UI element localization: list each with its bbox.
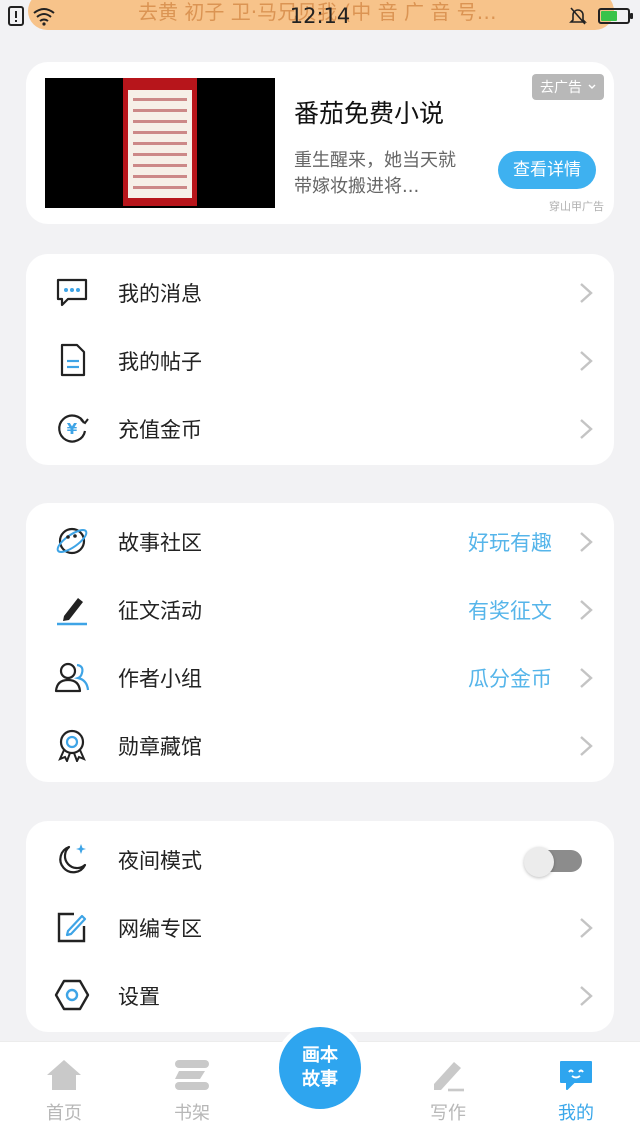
pen-icon: [57, 598, 87, 626]
ad-poster-image: [123, 78, 197, 206]
chevron-right-icon: [580, 283, 593, 303]
menu-item-label: 故事社区: [118, 531, 202, 555]
ad-source-label: 穿山甲广告: [549, 200, 604, 213]
menu-item-posts[interactable]: 我的帖子: [26, 326, 614, 394]
menu-item-label: 征文活动: [118, 599, 202, 623]
menu-item-label: 夜间模式: [118, 849, 202, 873]
menu-item-label: 我的帖子: [118, 350, 202, 374]
menu-item-essay-contest[interactable]: 征文活动 有奖征文: [26, 575, 614, 643]
svg-text:¥: ¥: [67, 420, 78, 438]
menu-item-label: 我的消息: [118, 282, 202, 306]
menu-item-label: 网编专区: [118, 917, 202, 941]
ad-title: 番茄免费小说: [294, 99, 445, 128]
medal-icon: [58, 729, 86, 762]
chevron-right-icon: [580, 351, 593, 371]
group-icon: [54, 662, 90, 693]
menu-group-community: 故事社区 好玩有趣 征文活动 有奖征文 作者小组 瓜分金币 勋章藏馆: [26, 503, 614, 782]
home-icon: [47, 1060, 81, 1090]
tab-label: 写作: [430, 1103, 466, 1124]
profile-chat-icon: [560, 1061, 592, 1090]
status-time: 12:14: [289, 4, 351, 28]
chevron-right-icon: [580, 600, 593, 620]
tab-label: 我的: [558, 1103, 594, 1124]
moon-icon: [59, 844, 87, 874]
menu-item-tag: 有奖征文: [468, 599, 552, 623]
menu-item-editor-zone[interactable]: 网编专区: [26, 893, 614, 961]
center-button-line1: 画本: [302, 1045, 338, 1066]
ad-card[interactable]: 番茄免费小说 重生醒来，她当天就带嫁妆搬进将... 去广告 查看详情 穿山甲广告: [26, 62, 614, 224]
menu-item-label: 设置: [118, 985, 160, 1009]
picture-story-center-button[interactable]: 画本 故事: [274, 1022, 366, 1114]
tab-write[interactable]: 写作: [398, 1042, 498, 1138]
menu-item-label: 勋章藏馆: [118, 735, 202, 759]
chevron-right-icon: [580, 419, 593, 439]
write-icon: [434, 1062, 464, 1092]
menu-item-medal-hall[interactable]: 勋章藏馆: [26, 711, 614, 779]
remove-ad-label: 去广告: [540, 80, 582, 96]
status-right-icons: [568, 6, 633, 26]
menu-item-recharge-coins[interactable]: ¥ 充值金币: [26, 394, 614, 462]
chevron-right-icon: [580, 986, 593, 1006]
battery-icon: [598, 8, 633, 24]
hexagon-settings-icon: [54, 979, 90, 1011]
bookshelf-icon: [175, 1060, 209, 1090]
ad-description: 重生醒来，她当天就带嫁妆搬进将...: [294, 150, 456, 197]
chat-bubble-icon: [56, 278, 88, 307]
menu-item-label: 作者小组: [118, 667, 202, 691]
status-bar: 去黄 初子 卫·马兄贝我 (中 音 广 音 号… 12:14: [0, 0, 640, 34]
menu-item-tag: 好玩有趣: [468, 531, 552, 555]
tab-label: 首页: [46, 1103, 82, 1124]
center-button-line2: 故事: [302, 1069, 338, 1090]
mute-bell-icon: [569, 7, 587, 25]
chevron-right-icon: [580, 918, 593, 938]
menu-group-settings: 夜间模式 网编专区 设置: [26, 821, 614, 1032]
remove-ad-button[interactable]: 去广告: [532, 74, 604, 100]
chevron-down-icon: [588, 84, 596, 89]
menu-item-tag: 瓜分金币: [468, 667, 552, 691]
menu-item-author-group[interactable]: 作者小组 瓜分金币: [26, 643, 614, 711]
chevron-right-icon: [580, 668, 593, 688]
menu-item-story-community[interactable]: 故事社区 好玩有趣: [26, 507, 614, 575]
menu-item-label: 充值金币: [118, 418, 202, 442]
chevron-right-icon: [580, 532, 593, 552]
menu-group-account: 我的消息 我的帖子 ¥ 充值金币: [26, 254, 614, 465]
chevron-right-icon: [580, 736, 593, 756]
tab-home[interactable]: 首页: [14, 1042, 114, 1138]
document-icon: [60, 343, 86, 377]
planet-icon: [56, 527, 88, 555]
tab-label: 书架: [174, 1103, 210, 1124]
toggle-knob: [524, 847, 554, 877]
menu-item-settings[interactable]: 设置: [26, 961, 614, 1029]
edit-square-icon: [57, 912, 87, 943]
night-mode-toggle[interactable]: [524, 847, 582, 877]
tab-profile[interactable]: 我的: [526, 1042, 626, 1138]
menu-item-night-mode[interactable]: 夜间模式: [26, 825, 614, 893]
ad-thumbnail[interactable]: [45, 78, 275, 208]
center-button-circle: 画本 故事: [279, 1027, 361, 1109]
tab-bookshelf[interactable]: 书架: [142, 1042, 242, 1138]
view-details-button[interactable]: 查看详情: [498, 151, 596, 189]
yen-coin-icon: ¥: [58, 414, 89, 443]
menu-item-messages[interactable]: 我的消息: [26, 258, 614, 326]
